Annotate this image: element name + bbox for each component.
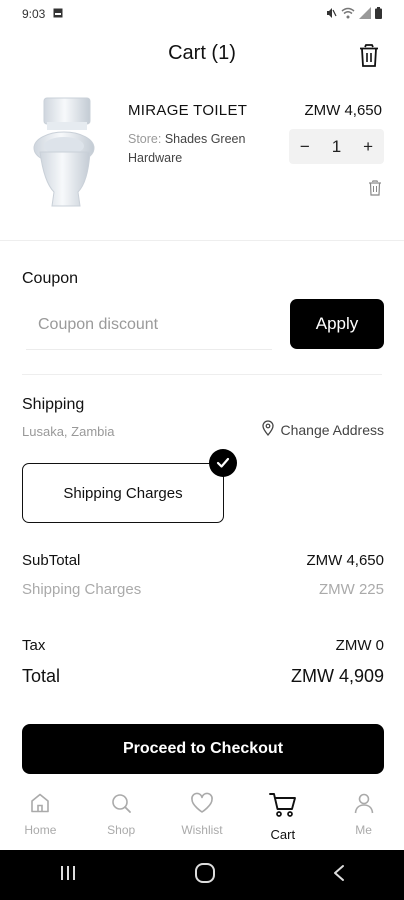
- system-nav-bar: [0, 850, 404, 900]
- recent-apps-icon[interactable]: [58, 864, 78, 887]
- home-button-icon[interactable]: [194, 862, 216, 889]
- nav-item-wishlist[interactable]: Wishlist: [167, 792, 237, 837]
- nav-label: Cart: [270, 827, 296, 842]
- cart-item: MIRAGE TOILET Store: Shades Green Hardwa…: [0, 92, 404, 222]
- subtotal-value: ZMW 4,650: [306, 552, 384, 569]
- page-title: Cart (1): [168, 42, 236, 64]
- divider: [22, 374, 382, 375]
- gallery-icon: [53, 7, 63, 21]
- product-image[interactable]: [30, 96, 102, 210]
- wifi-icon: [341, 7, 355, 22]
- header: Cart (1): [0, 36, 404, 74]
- quantity-stepper: − 1 +: [289, 129, 384, 164]
- status-time: 9:03: [22, 7, 46, 21]
- nav-label: Wishlist: [181, 823, 223, 837]
- store-prefix: Store:: [128, 132, 165, 146]
- search-icon: [110, 792, 132, 819]
- product-store: Store: Shades Green Hardware: [128, 130, 268, 168]
- clear-cart-icon[interactable]: [358, 44, 380, 68]
- subtotal-label: SubTotal: [22, 552, 81, 569]
- total-row: Total ZMW 4,909: [22, 666, 384, 687]
- subtotal-row: SubTotal ZMW 4,650: [22, 552, 384, 569]
- nav-item-cart[interactable]: Cart: [248, 792, 318, 842]
- coupon-input[interactable]: [26, 300, 272, 350]
- cart-icon: [268, 792, 297, 823]
- nav-item-home[interactable]: Home: [5, 792, 75, 837]
- back-icon[interactable]: [332, 864, 346, 887]
- shipping-city: Lusaka, Zambia: [22, 424, 115, 439]
- apply-coupon-button[interactable]: Apply: [290, 299, 384, 349]
- shipping-charges-row: Shipping Charges ZMW 225: [22, 581, 384, 598]
- nav-item-shop[interactable]: Shop: [86, 792, 156, 837]
- mute-icon: [325, 7, 337, 22]
- decrease-button[interactable]: −: [291, 137, 319, 157]
- nav-label: Me: [355, 823, 372, 837]
- product-price: ZMW 4,650: [304, 102, 382, 119]
- tax-label: Tax: [22, 637, 46, 654]
- tax-value: ZMW 0: [335, 637, 384, 654]
- tax-row: Tax ZMW 0: [22, 637, 384, 654]
- divider: [0, 240, 404, 241]
- signal-icon: [359, 6, 371, 22]
- bottom-nav: Home Shop Wishlist Cart Me: [0, 780, 404, 850]
- change-address-link[interactable]: Change Address: [262, 420, 384, 439]
- coupon-label: Coupon: [22, 270, 79, 287]
- shipping-charges-label: Shipping Charges: [22, 581, 142, 598]
- shipping-label: Shipping: [22, 396, 85, 413]
- remove-item-icon[interactable]: [368, 180, 382, 196]
- nav-label: Shop: [107, 823, 136, 837]
- home-icon: [29, 792, 51, 819]
- shipping-option-label: Shipping Charges: [63, 484, 183, 502]
- product-name[interactable]: MIRAGE TOILET: [128, 102, 247, 119]
- checkout-button[interactable]: Proceed to Checkout: [22, 724, 384, 774]
- heart-icon: [190, 792, 214, 819]
- quantity-value: 1: [331, 136, 342, 156]
- battery-icon: [375, 6, 382, 22]
- change-address-label: Change Address: [280, 421, 384, 438]
- total-value: ZMW 4,909: [290, 666, 384, 686]
- shipping-charges-value: ZMW 225: [318, 581, 384, 598]
- check-icon: [209, 449, 237, 477]
- status-bar: 9:03: [0, 0, 404, 28]
- nav-label: Home: [24, 823, 57, 837]
- total-label: Total: [22, 666, 61, 686]
- increase-button[interactable]: +: [354, 137, 382, 157]
- nav-item-me[interactable]: Me: [329, 792, 399, 837]
- user-icon: [353, 792, 375, 819]
- shipping-option[interactable]: Shipping Charges: [22, 463, 224, 523]
- location-pin-icon: [262, 420, 275, 439]
